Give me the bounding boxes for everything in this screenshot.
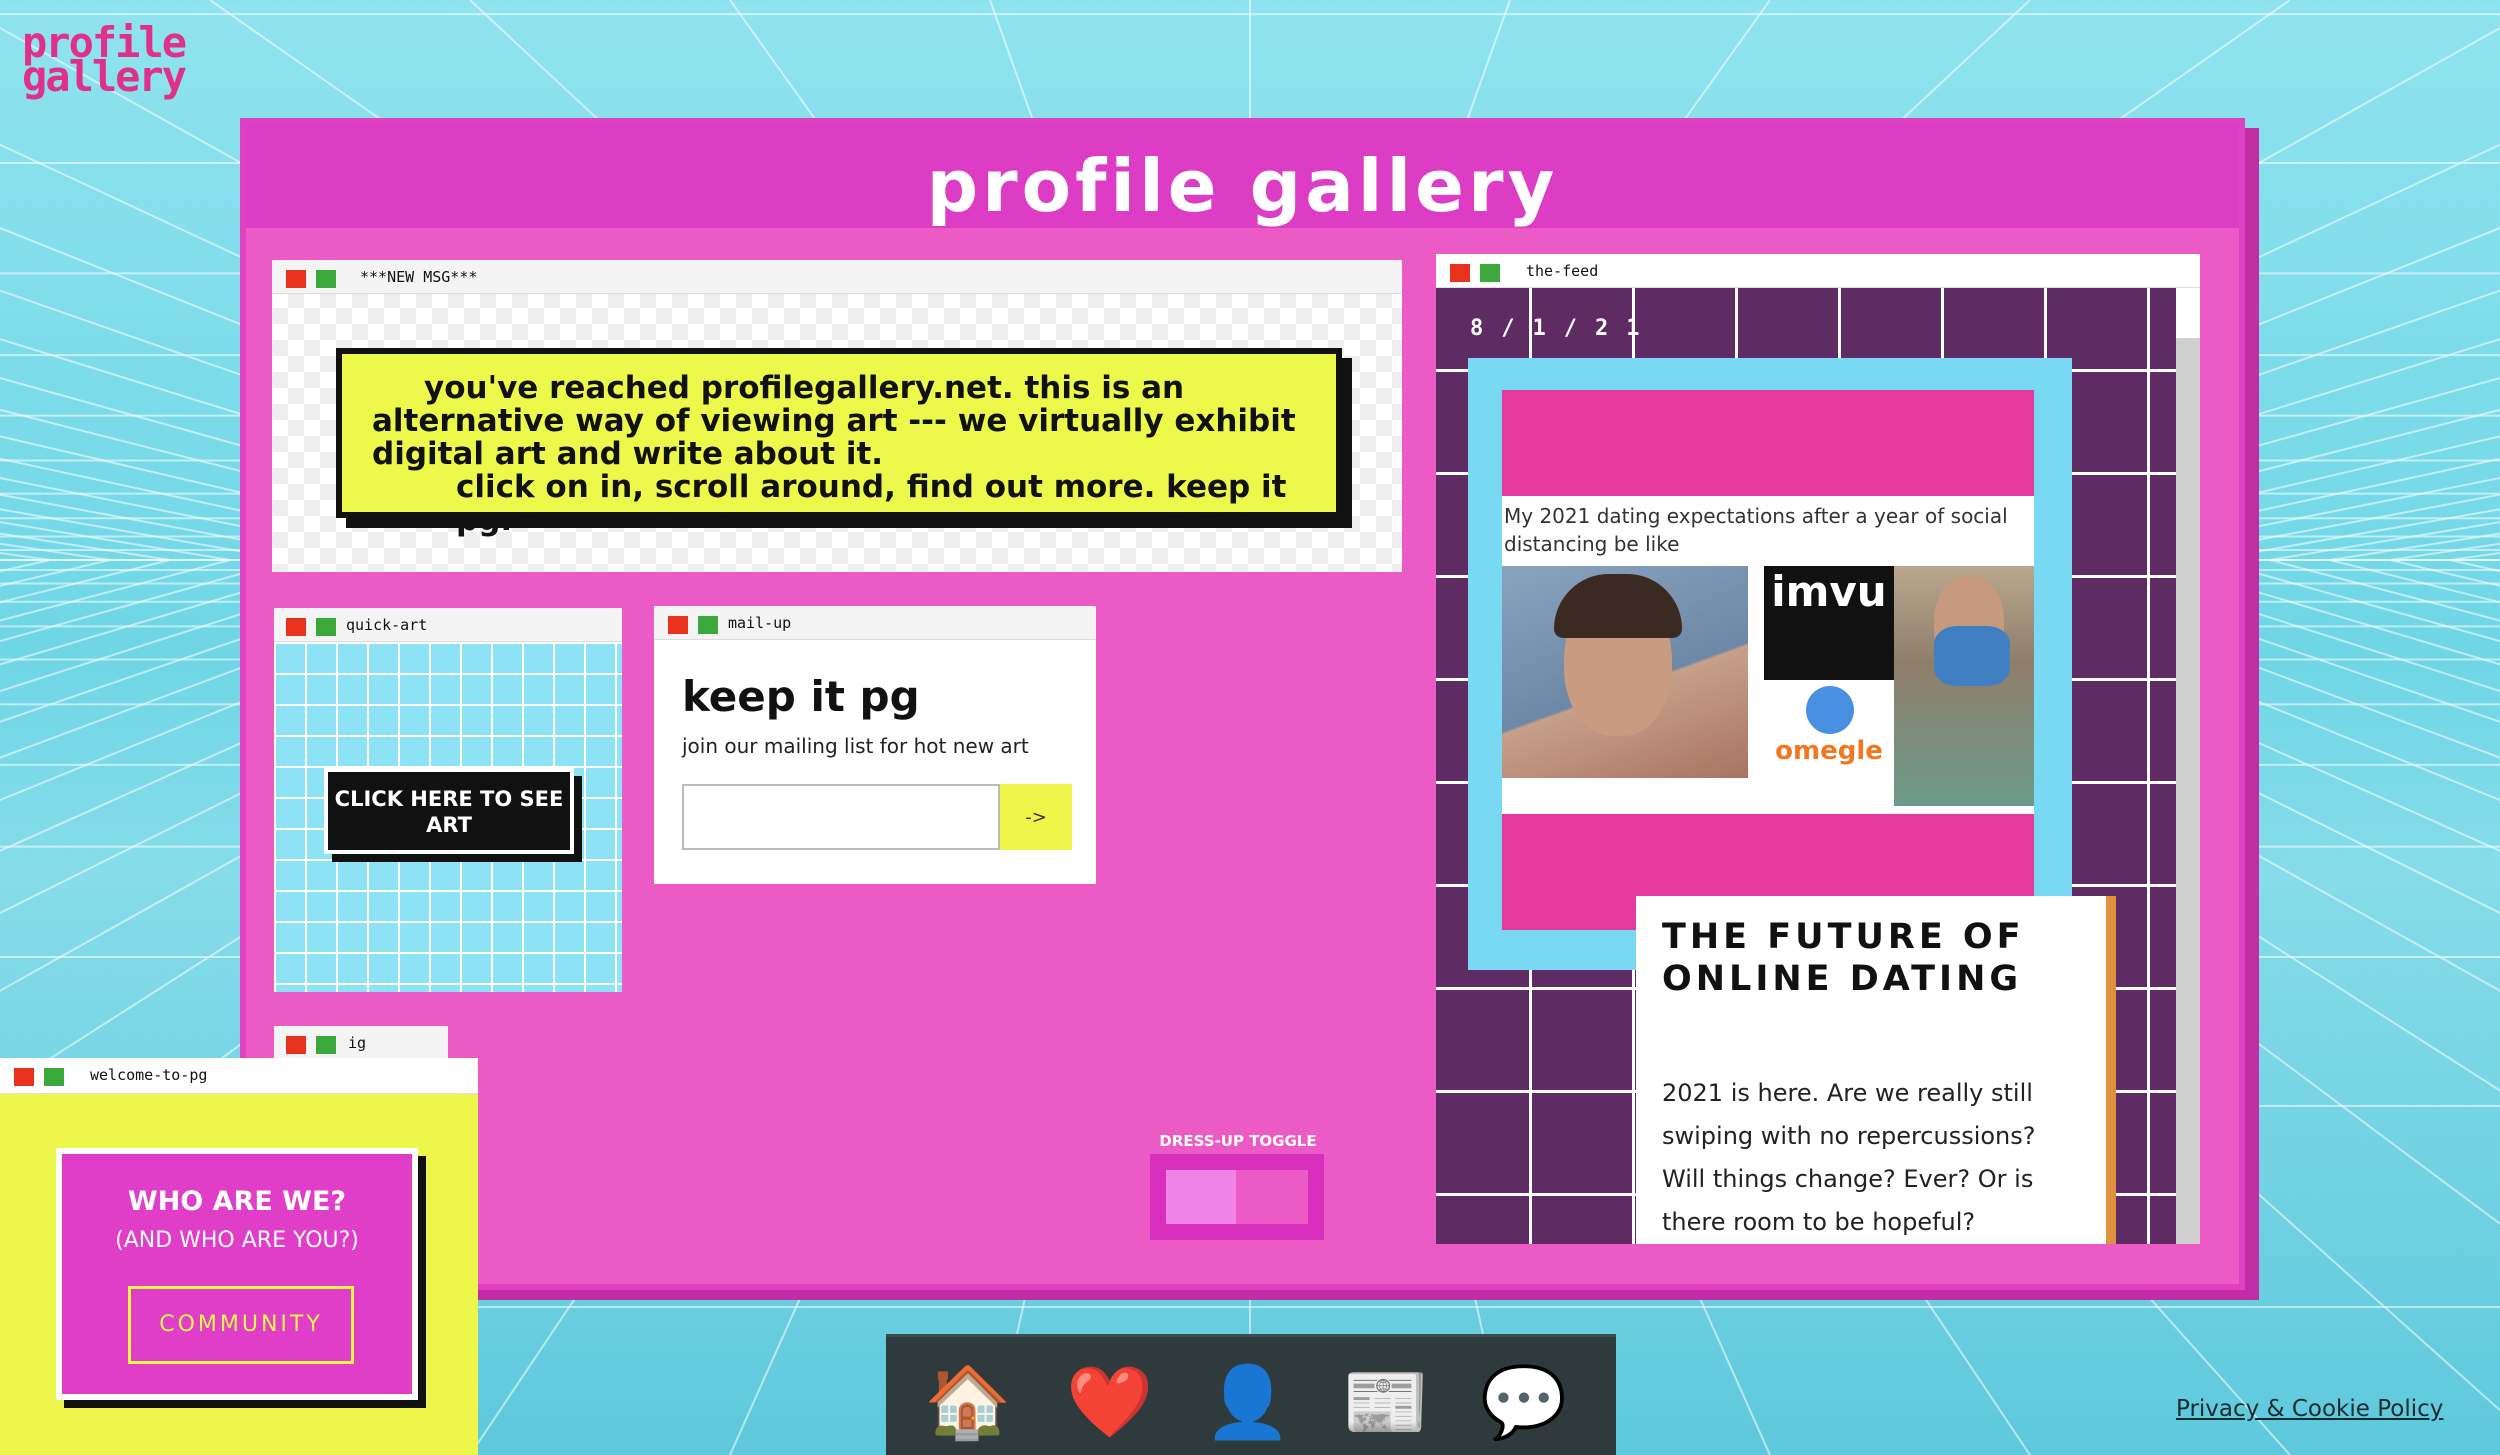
close-icon[interactable] [668,616,688,634]
dress-up-label: DRESS-UP TOGGLE [1159,1132,1317,1150]
feed-post-card[interactable]: My 2021 dating expectations after a year… [1468,358,2072,994]
who-are-we-card: WHO ARE WE? (AND WHO ARE YOU?) COMMUNITY [56,1148,418,1400]
avatar-woman-image [1502,566,1748,778]
bottom-dock: 🏠 ❤️ 👤 📰 💬 [886,1334,1616,1455]
maximize-icon[interactable] [44,1068,64,1086]
message-line: digital art and write about it. [372,436,884,472]
toggle-track[interactable] [1166,1170,1308,1224]
welcome-message: you've reached profilegallery.net. this … [336,348,1342,537]
close-icon[interactable] [14,1068,34,1086]
close-icon[interactable] [286,618,306,636]
house-icon[interactable]: 🏠 [924,1359,1011,1445]
mailing-heading: keep it pg [682,672,920,721]
window-title: ig [348,1034,367,1052]
message-line: you've reached profilegallery.net. this … [424,370,1185,406]
subscribe-button[interactable]: -> [1000,784,1072,850]
hair-shape [1554,574,1682,638]
feed-post[interactable]: My 2021 dating expectations after a year… [1502,496,2034,814]
article-title: THE FUTURE OF ONLINE DATING [1662,917,2025,999]
maximize-icon[interactable] [316,270,336,288]
message-line: alternative way of viewing art --- we vi… [372,403,1296,439]
omegle-logo-panel: omegle [1764,680,1894,778]
bust-icon[interactable]: 👤 [1204,1359,1291,1445]
who-heading: WHO ARE WE? [127,1186,347,1217]
toggle-knob[interactable] [1166,1170,1236,1224]
post-date: 8/1/21 [1470,316,1658,341]
avatar-mask-image [1894,566,2034,806]
the-feed-window: the-feed 8/1/21 My 2021 dating expectati… [1436,254,2200,1244]
window-title: the-feed [1526,262,1599,280]
window-titlebar[interactable]: ig [274,1026,448,1060]
newspaper-icon[interactable]: 📰 [1342,1359,1429,1445]
welcome-window: welcome-to-pg WHO ARE WE? (AND WHO ARE Y… [0,1058,478,1455]
window-title: welcome-to-pg [90,1066,208,1084]
maximize-icon[interactable] [1480,264,1500,282]
omegle-logo-text: omegle [1775,736,1883,766]
article-excerpt: 2021 is here. Are we really still swipin… [1662,1079,2036,1236]
logo-line-2: gallery [22,52,187,101]
window-titlebar[interactable]: the-feed [1436,254,2200,288]
speech-bubble-icon[interactable]: 💬 [1480,1359,1567,1445]
quick-art-window: quick-art CLICK HERE TO SEE ART [274,608,622,992]
window-titlebar[interactable]: quick-art [274,608,622,642]
window-titlebar[interactable]: welcome-to-pg [0,1058,478,1094]
who-subheading: (AND WHO ARE YOU?) [115,1228,359,1253]
maximize-icon[interactable] [316,618,336,636]
heart-icon[interactable]: ❤️ [1066,1359,1153,1445]
community-button[interactable]: COMMUNITY [128,1286,354,1364]
mailing-subheading: join our mailing list for hot new art [682,734,1029,758]
imvu-logo: imvu [1764,566,1894,680]
window-titlebar[interactable]: ***NEW MSG*** [272,260,1402,294]
face-mask-shape [1934,626,2010,686]
article-card[interactable]: THE FUTURE OF ONLINE DATING 2021 is here… [1636,896,2106,1244]
window-title: ***NEW MSG*** [360,268,478,286]
new-msg-window: ***NEW MSG*** you've reached profilegall… [272,260,1402,572]
scrollbar-thumb[interactable] [2176,288,2200,338]
board-title: profile gallery [926,144,1559,228]
see-art-button[interactable]: CLICK HERE TO SEE ART [324,768,574,854]
feed-scrollbar[interactable] [2176,288,2200,1244]
email-field[interactable] [682,784,1000,850]
maximize-icon[interactable] [698,616,718,634]
window-title: mail-up [728,614,792,632]
window-title: quick-art [346,616,428,634]
omegle-icon [1806,686,1854,734]
privacy-policy-link[interactable]: Privacy & Cookie Policy [2176,1396,2443,1422]
maximize-icon[interactable] [316,1036,336,1054]
window-titlebar[interactable]: mail-up [654,606,1096,640]
close-icon[interactable] [286,270,306,288]
site-logo[interactable]: profile gallery [22,22,192,101]
mail-up-window: mail-up keep it pg join our mailing list… [654,606,1096,884]
message-line: click on in, scroll around, find out mor… [456,469,1287,538]
post-caption: My 2021 dating expectations after a year… [1504,504,2008,556]
board-header: profile gallery [246,124,2239,228]
dress-up-toggle[interactable] [1150,1154,1324,1240]
close-icon[interactable] [1450,264,1470,282]
close-icon[interactable] [286,1036,306,1054]
